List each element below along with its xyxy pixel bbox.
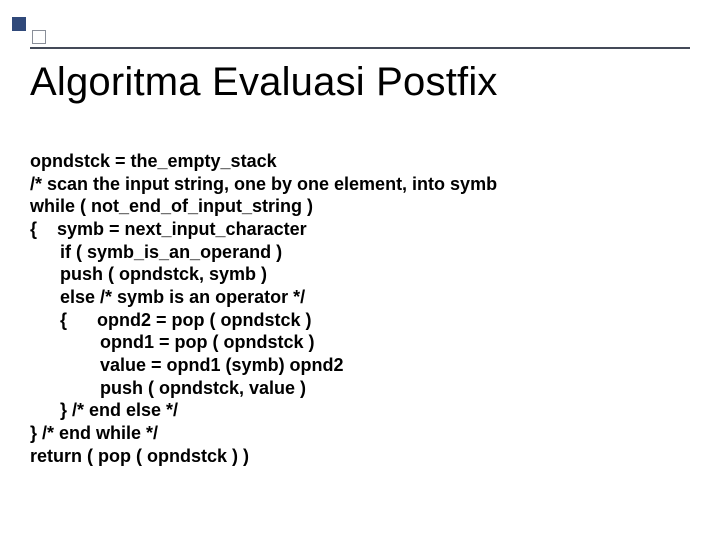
code-line: } /* end while */ xyxy=(30,423,158,443)
code-line: value = opnd1 (symb) opnd2 xyxy=(30,355,344,375)
decor-square-outline-icon xyxy=(32,30,46,44)
code-line: { symb = next_input_character xyxy=(30,219,307,239)
code-line: else /* symb is an operator */ xyxy=(30,287,305,307)
decor-square-filled-icon xyxy=(12,17,26,31)
code-line: push ( opndstck, value ) xyxy=(30,378,306,398)
code-line: opnd1 = pop ( opndstck ) xyxy=(30,332,315,352)
algorithm-body: opndstck = the_empty_stack /* scan the i… xyxy=(30,150,690,467)
code-line: push ( opndstck, symb ) xyxy=(30,264,267,284)
slide: Algoritma Evaluasi Postfix opndstck = th… xyxy=(0,0,720,540)
code-line: return ( pop ( opndstck ) ) xyxy=(30,446,249,466)
code-line: if ( symb_is_an_operand ) xyxy=(30,242,282,262)
code-line: /* scan the input string, one by one ele… xyxy=(30,174,497,194)
slide-title: Algoritma Evaluasi Postfix xyxy=(30,60,498,105)
code-line: opndstck = the_empty_stack xyxy=(30,151,277,171)
code-line: } /* end else */ xyxy=(30,400,178,420)
code-line: { opnd2 = pop ( opndstck ) xyxy=(30,310,312,330)
code-line: while ( not_end_of_input_string ) xyxy=(30,196,313,216)
divider xyxy=(30,47,690,49)
